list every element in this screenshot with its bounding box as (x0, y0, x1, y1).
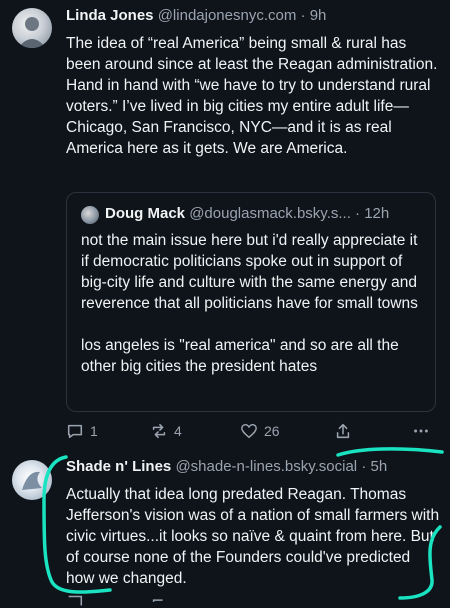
avatar[interactable] (12, 460, 52, 500)
quote-header: Doug Mack @douglasmack.bsky.s... · 12h (105, 204, 425, 224)
quote-author-handle: @douglasmack.bsky.s... (189, 205, 351, 222)
like-button[interactable]: 26 (240, 421, 280, 441)
reply-count: 1 (90, 423, 98, 439)
post-text: Actually that idea long predated Reagan.… (66, 486, 440, 587)
quote-avatar (81, 206, 99, 224)
reply-button[interactable]: 1 (66, 421, 98, 441)
separator-dot: · (300, 7, 306, 24)
post-text: The idea of “real America” being small &… (66, 35, 438, 157)
repost-icon (152, 423, 166, 439)
repost-count: 4 (174, 423, 182, 439)
avatar[interactable] (12, 8, 52, 48)
quote-author-name: Doug Mack (105, 205, 186, 222)
reply-icon[interactable] (66, 594, 84, 608)
author-name[interactable]: Linda Jones (66, 7, 154, 24)
post-time[interactable]: 9h (310, 7, 327, 24)
more-options-button[interactable] (412, 421, 436, 441)
like-count: 26 (264, 423, 280, 439)
separator-dot: · (355, 205, 361, 222)
quote-time: 12h (364, 205, 390, 222)
post-actions: 1 4 26 (66, 421, 436, 441)
post-time[interactable]: 5h (370, 458, 387, 475)
quoted-post[interactable]: Doug Mack @douglasmack.bsky.s... · 12h n… (66, 192, 436, 412)
author-handle[interactable]: @lindajonesnyc.com (158, 7, 297, 24)
post-actions (66, 590, 436, 606)
heart-icon (241, 423, 257, 439)
author-handle[interactable]: @shade-n-lines.bsky.social (175, 458, 357, 475)
quote-text: not the main issue here but i'd really a… (81, 230, 426, 398)
author-name[interactable]: Shade n' Lines (66, 458, 171, 475)
reply-icon (67, 424, 83, 439)
repost-button[interactable]: 4 (150, 421, 182, 441)
repost-icon[interactable] (150, 594, 168, 608)
post-header: Linda Jones @lindajonesnyc.com · 9h (66, 6, 326, 26)
avatar-image-icon (18, 17, 46, 48)
post-header: Shade n' Lines @shade-n-lines.bsky.socia… (66, 457, 387, 477)
separator-dot: · (361, 458, 367, 475)
avatar-image-icon (22, 471, 42, 490)
quote-paragraph-1: not the main issue here but i'd really a… (81, 232, 418, 312)
more-icon (414, 429, 428, 433)
quote-paragraph-2: los angeles is "real america" and so are… (81, 337, 399, 375)
share-button[interactable] (334, 421, 358, 441)
share-icon (336, 423, 350, 439)
